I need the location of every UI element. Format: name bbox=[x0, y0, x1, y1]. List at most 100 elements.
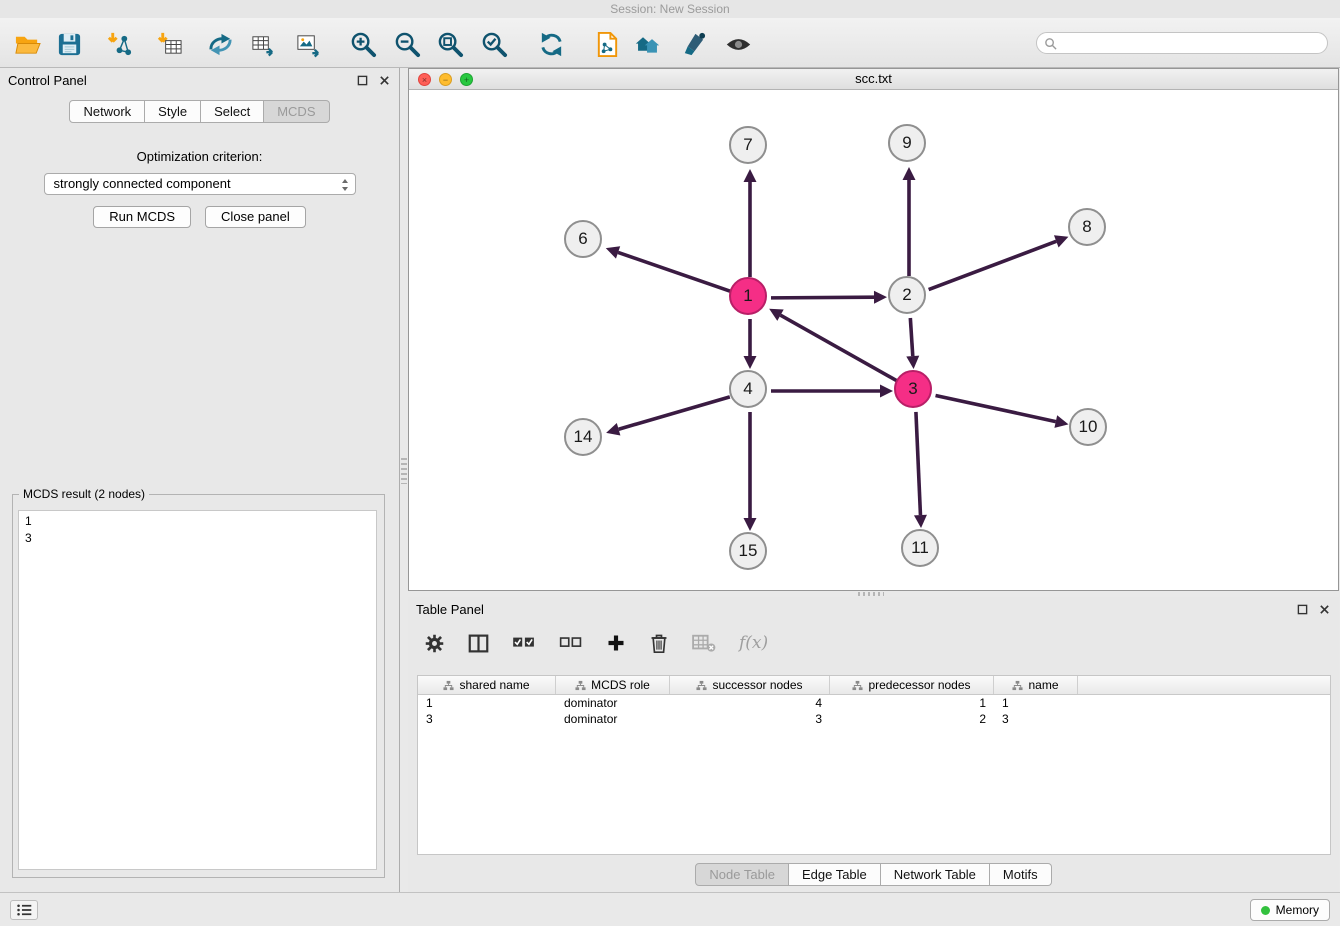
import-table-button[interactable] bbox=[154, 29, 184, 59]
graph-node-4[interactable]: 4 bbox=[729, 370, 767, 408]
home-button[interactable] bbox=[632, 29, 662, 59]
export-network-button[interactable] bbox=[205, 29, 235, 59]
eye-icon bbox=[725, 31, 752, 58]
table-panel-tabs: Node TableEdge TableNetwork TableMotifs bbox=[408, 863, 1339, 886]
status-bar: Memory bbox=[0, 892, 1340, 926]
optimization-criterion-dropdown[interactable]: strongly connected component bbox=[44, 173, 356, 195]
float-panel-icon[interactable] bbox=[1295, 602, 1309, 616]
graph-node-7[interactable]: 7 bbox=[729, 126, 767, 164]
table-options-gear-icon[interactable] bbox=[424, 633, 445, 654]
edge-2-8[interactable] bbox=[929, 241, 1057, 289]
select-all-icon[interactable] bbox=[512, 634, 536, 652]
edge-4-14[interactable] bbox=[619, 397, 730, 429]
graph-node-10[interactable]: 10 bbox=[1069, 408, 1107, 446]
column-header-predecessor-nodes[interactable]: predecessor nodes bbox=[830, 676, 994, 694]
home-icon bbox=[634, 31, 661, 58]
memory-button[interactable]: Memory bbox=[1250, 899, 1330, 921]
edge-arrowhead bbox=[744, 169, 757, 182]
network-window-titlebar[interactable]: scc.txt bbox=[409, 69, 1338, 90]
tab-mcds[interactable]: MCDS bbox=[264, 100, 329, 123]
close-panel-button[interactable]: Close panel bbox=[205, 206, 306, 228]
edge-arrowhead bbox=[906, 356, 919, 369]
graph-node-9[interactable]: 9 bbox=[888, 124, 926, 162]
show-hide-button[interactable] bbox=[723, 29, 753, 59]
edge-3-11[interactable] bbox=[916, 412, 921, 515]
search-input[interactable] bbox=[1036, 32, 1328, 54]
tab-motifs[interactable]: Motifs bbox=[990, 863, 1052, 886]
add-column-icon[interactable] bbox=[606, 633, 626, 653]
window-minimize-icon[interactable] bbox=[439, 73, 452, 86]
mcds-result-line: 1 bbox=[25, 513, 370, 530]
edge-arrowhead bbox=[880, 385, 893, 398]
save-session-button[interactable] bbox=[54, 29, 84, 59]
export-table-button[interactable] bbox=[248, 29, 278, 59]
delete-rows-icon[interactable] bbox=[649, 632, 669, 654]
function-builder-icon: f(x) bbox=[739, 633, 768, 653]
graph-node-14[interactable]: 14 bbox=[564, 418, 602, 456]
refresh-button[interactable] bbox=[536, 29, 566, 59]
table-cell: 3 bbox=[418, 711, 556, 727]
tab-network-table[interactable]: Network Table bbox=[881, 863, 990, 886]
graph-node-1[interactable]: 1 bbox=[729, 277, 767, 315]
zoom-selected-button[interactable] bbox=[479, 29, 509, 59]
export-image-icon bbox=[295, 31, 322, 58]
control-panel-header: Control Panel bbox=[0, 68, 399, 92]
tab-node-table[interactable]: Node Table bbox=[695, 863, 789, 886]
column-header-MCDS-role[interactable]: MCDS role bbox=[556, 676, 670, 694]
zoom-out-button[interactable] bbox=[392, 29, 422, 59]
edge-2-3[interactable] bbox=[910, 318, 912, 356]
import-network-button[interactable] bbox=[104, 29, 134, 59]
style-brush-button[interactable] bbox=[678, 29, 708, 59]
tab-select[interactable]: Select bbox=[201, 100, 264, 123]
zoom-fit-button[interactable] bbox=[435, 29, 465, 59]
table-cell: dominator bbox=[556, 711, 670, 727]
graph-node-6[interactable]: 6 bbox=[564, 220, 602, 258]
memory-status-icon bbox=[1261, 906, 1270, 915]
task-history-button[interactable] bbox=[10, 900, 38, 920]
float-panel-icon[interactable] bbox=[355, 73, 369, 87]
show-columns-icon[interactable] bbox=[468, 633, 489, 654]
export-image-button[interactable] bbox=[293, 29, 323, 59]
table-row[interactable]: 1dominator411 bbox=[418, 695, 1330, 711]
tab-style[interactable]: Style bbox=[145, 100, 201, 123]
optimization-criterion-label: Optimization criterion: bbox=[0, 149, 399, 164]
column-header-successor-nodes[interactable]: successor nodes bbox=[670, 676, 830, 694]
close-panel-icon[interactable] bbox=[377, 73, 391, 87]
table-panel: Table Panel bbox=[408, 597, 1339, 892]
horizontal-splitter[interactable] bbox=[858, 592, 884, 596]
graph-node-8[interactable]: 8 bbox=[1068, 208, 1106, 246]
zoom-in-button[interactable] bbox=[348, 29, 378, 59]
window-close-icon[interactable] bbox=[418, 73, 431, 86]
memory-label: Memory bbox=[1276, 903, 1319, 917]
graph-node-2[interactable]: 2 bbox=[888, 276, 926, 314]
edge-arrowhead bbox=[874, 291, 887, 304]
open-session-button[interactable] bbox=[12, 29, 42, 59]
graph-node-11[interactable]: 11 bbox=[901, 529, 939, 567]
edge-3-1[interactable] bbox=[780, 315, 896, 381]
run-mcds-button[interactable]: Run MCDS bbox=[93, 206, 191, 228]
edge-1-2[interactable] bbox=[771, 297, 874, 298]
document-share-button[interactable] bbox=[592, 29, 622, 59]
task-list-icon bbox=[16, 903, 33, 917]
column-header-shared-name[interactable]: shared name bbox=[418, 676, 556, 694]
edge-arrowhead bbox=[903, 167, 916, 180]
close-panel-icon[interactable] bbox=[1317, 602, 1331, 616]
save-floppy-icon bbox=[56, 31, 83, 58]
tab-network[interactable]: Network bbox=[69, 100, 145, 123]
node-table: shared nameMCDS rolesuccessor nodesprede… bbox=[417, 675, 1331, 855]
edge-arrowhead bbox=[914, 515, 927, 528]
window-maximize-icon[interactable] bbox=[460, 73, 473, 86]
graph-node-3[interactable]: 3 bbox=[894, 370, 932, 408]
deselect-all-icon[interactable] bbox=[559, 634, 583, 652]
edge-3-10[interactable] bbox=[936, 395, 1056, 421]
table-row[interactable]: 3dominator323 bbox=[418, 711, 1330, 727]
mcds-result-list[interactable]: 13 bbox=[18, 510, 377, 870]
table-cell: 1 bbox=[418, 695, 556, 711]
graph-node-15[interactable]: 15 bbox=[729, 532, 767, 570]
edge-1-6[interactable] bbox=[618, 252, 730, 291]
vertical-splitter[interactable] bbox=[401, 458, 407, 484]
column-header-label: name bbox=[1028, 678, 1058, 692]
network-canvas[interactable]: 7 9 6 8 1 2 4 3 14 10 15 11 bbox=[409, 90, 1338, 590]
tab-edge-table[interactable]: Edge Table bbox=[789, 863, 881, 886]
column-header-name[interactable]: name bbox=[994, 676, 1078, 694]
